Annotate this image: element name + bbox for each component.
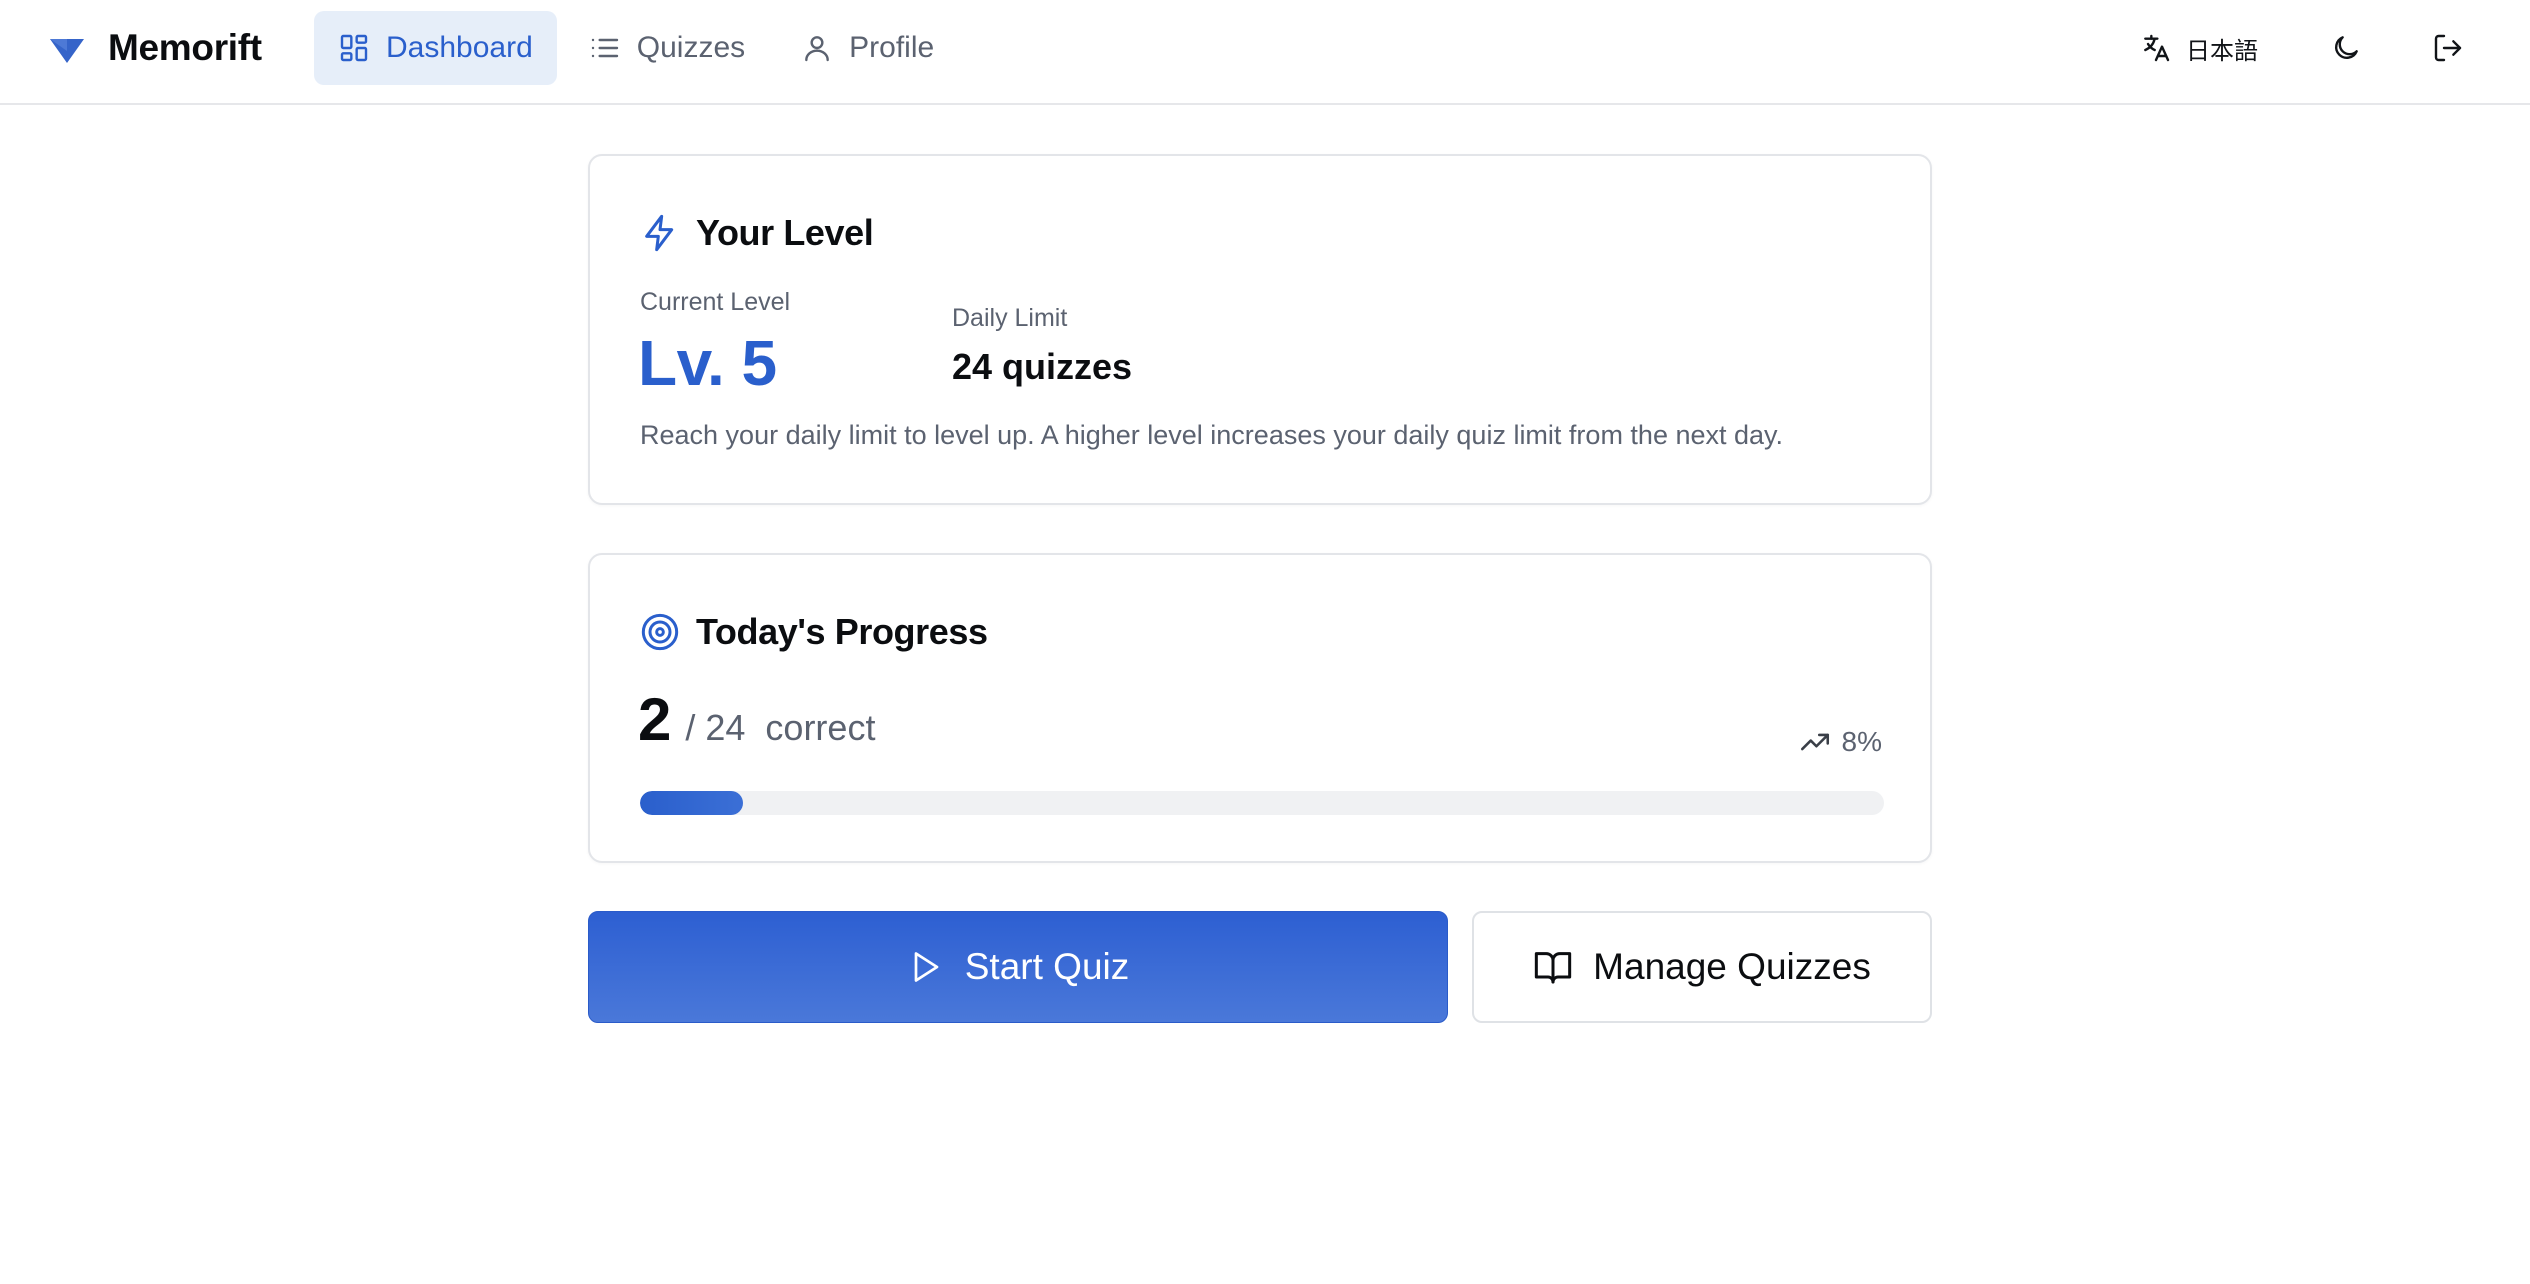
brand[interactable]: Memorift — [48, 0, 262, 96]
header-actions: 日本語 — [2120, 0, 2482, 96]
main-nav: Dashboard Quizzes Profile — [314, 11, 958, 85]
daily-limit-label: Daily Limit — [952, 304, 1068, 332]
progress-bar-fill — [640, 791, 744, 815]
trending-up-icon — [1800, 733, 1829, 751]
list-icon — [591, 38, 618, 58]
triangle-down-icon — [50, 39, 84, 63]
target-icon — [641, 613, 679, 651]
play-icon — [914, 952, 939, 982]
dashboard-grid-icon — [340, 34, 368, 62]
total-count: / 24 — [685, 707, 746, 748]
progress-card-header: Today's Progress — [640, 611, 988, 653]
level-card-title: Your Level — [696, 212, 874, 253]
nav-item-label: Profile — [849, 31, 935, 64]
progress-card-title: Today's Progress — [696, 611, 988, 652]
progress-card: Today's Progress 2 / 24 correct 8% — [588, 553, 1932, 863]
moon-icon — [2335, 36, 2358, 59]
manage-quizzes-button[interactable]: Manage Quizzes — [1472, 911, 1932, 1023]
start-quiz-label: Start Quiz — [964, 946, 1130, 987]
language-label: 日本語 — [2186, 37, 2258, 65]
current-level-value: Lv. 5 — [638, 327, 777, 399]
progress-percent: 8% — [1798, 725, 1882, 759]
level-card-header: Your Level — [640, 212, 874, 254]
correct-suffix: correct — [765, 707, 876, 748]
progress-bar — [640, 791, 1884, 815]
start-quiz-button[interactable]: Start Quiz — [588, 911, 1448, 1023]
manage-quizzes-label: Manage Quizzes — [1593, 946, 1871, 987]
progress-count: 2 / 24 correct — [638, 685, 875, 754]
logout-button[interactable] — [2414, 14, 2482, 82]
correct-count: 2 — [638, 686, 672, 753]
progress-percent-text: 8% — [1841, 726, 1882, 757]
app-name: Memorift — [108, 27, 262, 68]
language-button[interactable]: 日本語 — [2120, 21, 2278, 76]
nav-item-label: Dashboard — [386, 31, 533, 64]
translate-icon — [2144, 34, 2170, 62]
nav-item-profile[interactable]: Profile — [777, 11, 958, 85]
logout-icon — [2434, 34, 2462, 62]
nav-item-quizzes[interactable]: Quizzes — [565, 11, 769, 85]
book-open-icon — [1535, 952, 1572, 984]
nav-item-label: Quizzes — [636, 31, 746, 64]
level-card: Your Level Current Level Lv. 5 Daily Lim… — [588, 154, 1932, 505]
nav-item-dashboard[interactable]: Dashboard — [314, 11, 557, 85]
lightning-icon — [645, 214, 674, 252]
top-header: Memorift Dashboard Quizzes Profile 日本語 — [0, 0, 2530, 105]
user-icon — [805, 36, 830, 62]
theme-toggle-button[interactable] — [2312, 14, 2380, 82]
daily-limit-value: 24 quizzes — [952, 346, 1133, 387]
current-level-label: Current Level — [640, 288, 791, 316]
level-description: Reach your daily limit to level up. A hi… — [640, 420, 1784, 450]
